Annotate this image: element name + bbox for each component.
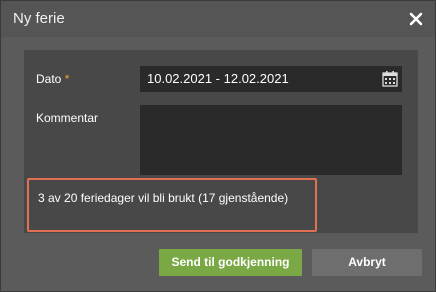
required-marker: * (64, 72, 70, 86)
send-for-approval-button[interactable]: Send til godkjenning (159, 249, 302, 276)
date-label-text: Dato (36, 72, 62, 86)
dialog-titlebar: Ny ferie (1, 1, 435, 37)
calendar-icon[interactable] (381, 70, 399, 88)
new-vacation-dialog: Ny ferie Dato * 10.02.2021 - 12.02.2021 (0, 0, 436, 292)
vacation-days-info-text: 3 av 20 feriedager vil bli brukt (17 gje… (38, 191, 289, 205)
comment-field[interactable] (140, 105, 402, 175)
date-range-value: 10.02.2021 - 12.02.2021 (147, 71, 289, 86)
vacation-days-info-box: 3 av 20 feriedager vil bli brukt (17 gje… (27, 178, 317, 232)
date-range-input[interactable]: 10.02.2021 - 12.02.2021 (140, 66, 402, 92)
cancel-button[interactable]: Avbryt (312, 249, 422, 276)
dialog-title: Ny ferie (13, 10, 65, 27)
close-button[interactable] (405, 8, 427, 30)
date-label: Dato * (36, 72, 69, 86)
comment-label: Kommentar (36, 111, 99, 125)
form-panel: Dato * 10.02.2021 - 12.02.2021 Kommentar… (24, 50, 418, 233)
close-x-icon[interactable] (405, 8, 427, 30)
